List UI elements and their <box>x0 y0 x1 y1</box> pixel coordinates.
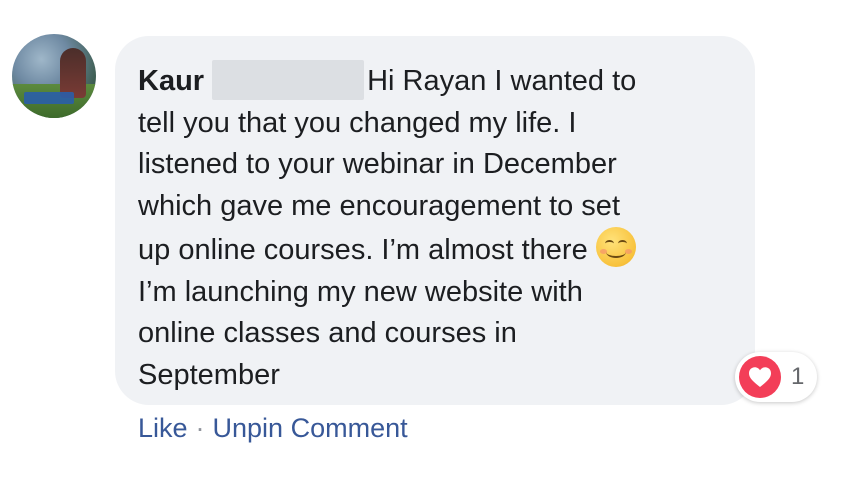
comment-text-line: up online courses. I’m almost there <box>138 234 588 266</box>
avatar-caption-banner <box>24 92 74 104</box>
comment-actions: Like · Unpin Comment <box>138 410 408 446</box>
like-link[interactable]: Like <box>138 413 188 443</box>
heart-icon <box>739 356 781 398</box>
avatar-figure <box>60 48 86 98</box>
redacted-name-block <box>212 60 365 100</box>
unpin-comment-link[interactable]: Unpin Comment <box>213 413 408 443</box>
comment-text-line: online classes and courses in <box>138 317 517 349</box>
comment-text-line: tell you that you changed my life. I <box>138 106 577 139</box>
comment-bubble: Kaur Hi Rayan I wanted to tell you that y… <box>115 36 755 405</box>
reaction-count: 1 <box>791 363 805 390</box>
comment-text-line: Hi Rayan I wanted to <box>367 65 637 97</box>
avatar[interactable] <box>12 34 96 118</box>
smiling-face-icon <box>595 227 636 267</box>
separator-dot: · <box>195 413 205 443</box>
comment-text-line: I’m launching my new website with <box>138 275 583 308</box>
comment-text-line: September <box>138 358 280 391</box>
comment-text-line: listened to your webinar in December <box>138 148 617 180</box>
comment-author-name[interactable]: Kaur <box>138 65 204 97</box>
comment-text-line: which gave me encouragement to set <box>138 189 620 222</box>
reaction-summary[interactable]: 1 <box>735 352 817 402</box>
